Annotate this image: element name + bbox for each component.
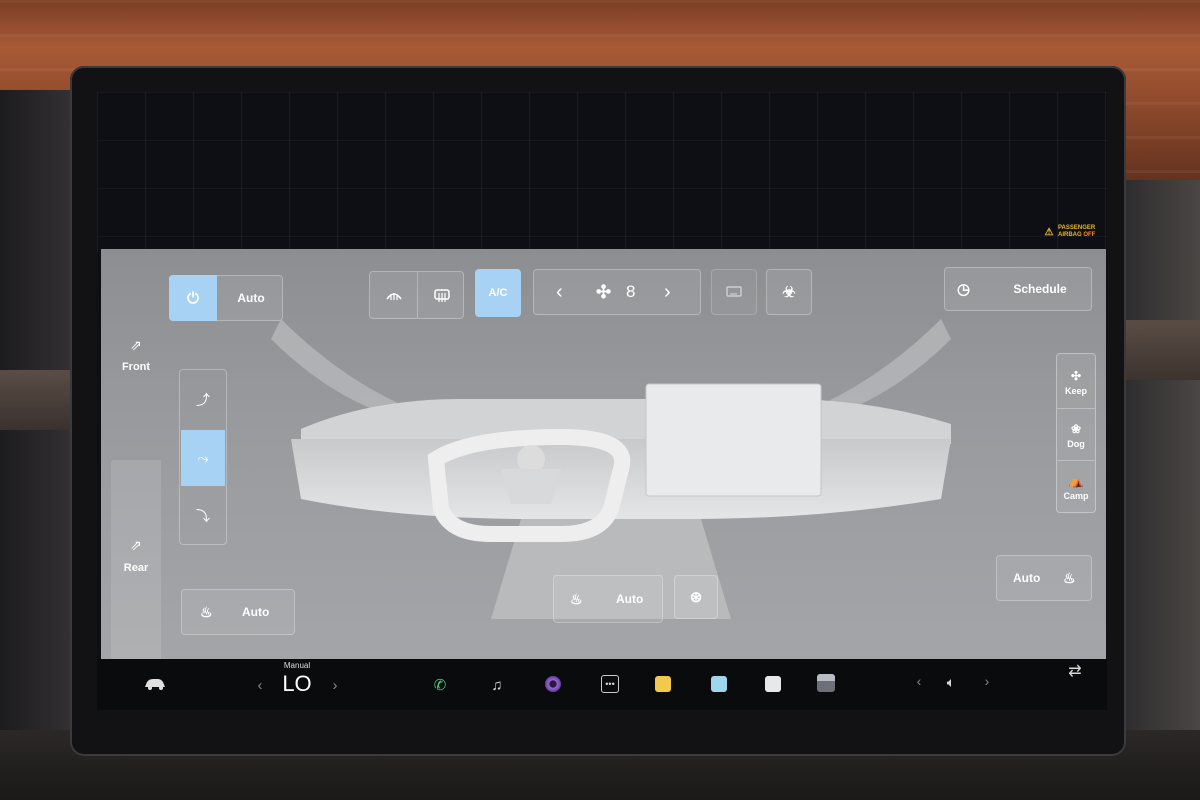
recirculate-icon <box>726 286 742 297</box>
taskbar: ‹ Manual LO › ✆ ♫ ••• ‹ 🔈︎ › ⇄ <box>97 659 1107 710</box>
keep-mode-button[interactable]: ✣ Keep <box>1057 356 1095 408</box>
climate-power-auto-group: ⏻ Auto <box>169 275 283 321</box>
music-icon: ♫ <box>491 676 503 694</box>
seat-heater-center-icon: ♨ <box>570 590 583 607</box>
climate-auto-button[interactable]: Auto <box>218 291 284 305</box>
power-icon: ⏻ <box>187 289 199 307</box>
floor-vent-icon: ⤵ <box>196 508 210 524</box>
fan-increase-button[interactable]: › <box>664 281 671 304</box>
recirculate-button[interactable] <box>711 269 757 315</box>
upper-vent-icon: ⤴ <box>196 392 210 408</box>
music-button[interactable]: ♫ <box>487 675 507 695</box>
front-defrost-icon <box>385 293 402 300</box>
keep-label: Keep <box>1064 385 1087 396</box>
vent-floor-button[interactable]: ⤵ <box>181 488 225 544</box>
driver-seat-heater-button[interactable]: ♨ Auto <box>181 589 295 635</box>
passenger-seat-heater-button[interactable]: Auto ♨ <box>996 555 1092 601</box>
app-white-icon[interactable] <box>765 676 781 692</box>
swap-button[interactable]: ⇄ <box>1063 661 1087 681</box>
temp-mode-label: Manual <box>283 661 311 670</box>
car-button[interactable] <box>141 673 169 695</box>
vent-upper-button[interactable]: ⤴ <box>181 372 225 428</box>
dog-mode-button[interactable]: ❀ Dog <box>1057 408 1095 461</box>
map-background <box>97 92 1107 252</box>
temp-increase-button[interactable]: › <box>329 677 341 694</box>
app-yellow-icon[interactable] <box>655 676 671 692</box>
car-interior-right <box>1120 180 1200 800</box>
driver-seat-heater-label: Auto <box>242 605 270 619</box>
more-apps-button[interactable]: ••• <box>600 674 620 694</box>
biohazard-icon: ☣ <box>782 283 796 301</box>
rear-defrost-icon <box>433 289 450 302</box>
phone-icon: ✆ <box>433 677 447 694</box>
car-icon <box>145 679 165 690</box>
steering-wheel-heater-auto-button[interactable]: ♨ Auto <box>553 575 663 623</box>
clock-icon: ◷ <box>957 281 971 298</box>
cabin-illustration <box>271 319 951 619</box>
volume-increase-button[interactable]: › <box>981 673 993 689</box>
airbag-text-1: PASSENGER <box>1058 225 1096 231</box>
passenger-airbag-indicator: ⚠ PASSENGER AIRBAG OFF <box>1043 222 1096 242</box>
vent-face-button[interactable]: ⤳ <box>181 430 225 486</box>
fan-icon: ✣ <box>1070 368 1082 383</box>
airbag-text-2: AIRBAG <box>1058 232 1082 238</box>
volume-decrease-button[interactable]: ‹ <box>913 673 925 689</box>
front-zone-tab[interactable]: Front <box>111 361 161 373</box>
airbag-icon: ⚠ <box>1044 226 1054 238</box>
fan-speed-control: ‹ ✣ 8 › <box>533 269 701 315</box>
front-defrost-button[interactable] <box>370 272 417 318</box>
power-button[interactable]: ⏻ <box>169 275 217 321</box>
rear-airflow-icon: ⇗ <box>130 537 142 553</box>
wood-trim-right <box>1125 320 1200 380</box>
app-gray-icon[interactable] <box>817 674 835 692</box>
rear-zone-label: Rear <box>123 562 149 574</box>
more-apps-icon: ••• <box>601 675 619 693</box>
temp-value[interactable]: LO <box>277 671 317 697</box>
fan-decrease-button[interactable]: ‹ <box>556 281 563 304</box>
volume-button[interactable]: 🔈︎ <box>939 672 963 692</box>
camera-button[interactable] <box>543 674 563 694</box>
bioweapon-defense-button[interactable]: ☣ <box>766 269 812 315</box>
schedule-label: Schedule <box>1013 282 1067 296</box>
camp-label: Camp <box>1063 490 1089 501</box>
dog-label: Dog <box>1067 438 1085 449</box>
face-vent-icon: ⤳ <box>197 449 209 466</box>
passenger-seat-heater-label: Auto <box>1013 571 1041 585</box>
fan-icon: ✣ <box>596 281 612 302</box>
seat-heater-right-icon: ♨ <box>1063 569 1076 586</box>
schedule-button[interactable]: ◷ Schedule <box>944 267 1092 311</box>
center-heater-label: Auto <box>616 592 644 606</box>
defrost-group <box>369 271 464 319</box>
steering-wheel-heat-icon: ⊛ <box>689 588 703 606</box>
camp-mode-button[interactable]: ⛺ Camp <box>1057 460 1095 513</box>
app-blue-icon[interactable] <box>711 676 727 692</box>
vent-mode-selector: ⤴ ⤳ ⤵ <box>179 369 227 545</box>
fan-speed-value: 8 <box>626 282 636 301</box>
steering-wheel-heater-button[interactable]: ⊛ <box>674 575 718 619</box>
camera-icon <box>545 676 561 692</box>
phone-button[interactable]: ✆ <box>430 675 450 695</box>
ac-button[interactable]: A/C <box>475 269 521 317</box>
airbag-text-3: OFF <box>1083 232 1096 238</box>
climate-keeper-modes: ✣ Keep ❀ Dog ⛺ Camp <box>1056 353 1096 513</box>
swap-icon: ⇄ <box>1068 663 1082 680</box>
volume-icon: 🔈︎ <box>946 673 956 690</box>
rear-defrost-button[interactable] <box>418 272 465 318</box>
paw-icon: ❀ <box>1070 421 1082 436</box>
rear-zone-tab[interactable] <box>111 460 161 660</box>
wood-trim-left <box>0 370 80 430</box>
touchscreen: ⚠ PASSENGER AIRBAG OFF ⏻ Auto A/C ‹ ✣ 8 … <box>97 92 1107 710</box>
front-airflow-icon: ⇗ <box>130 337 142 353</box>
climate-panel: ⏻ Auto A/C ‹ ✣ 8 › ☣ ◷ Schedule ⇗ Front … <box>101 249 1106 660</box>
tent-icon: ⛺ <box>1068 473 1084 488</box>
ac-label: A/C <box>488 287 508 299</box>
seat-heater-icon: ♨ <box>200 603 213 620</box>
temp-decrease-button[interactable]: ‹ <box>254 677 266 694</box>
